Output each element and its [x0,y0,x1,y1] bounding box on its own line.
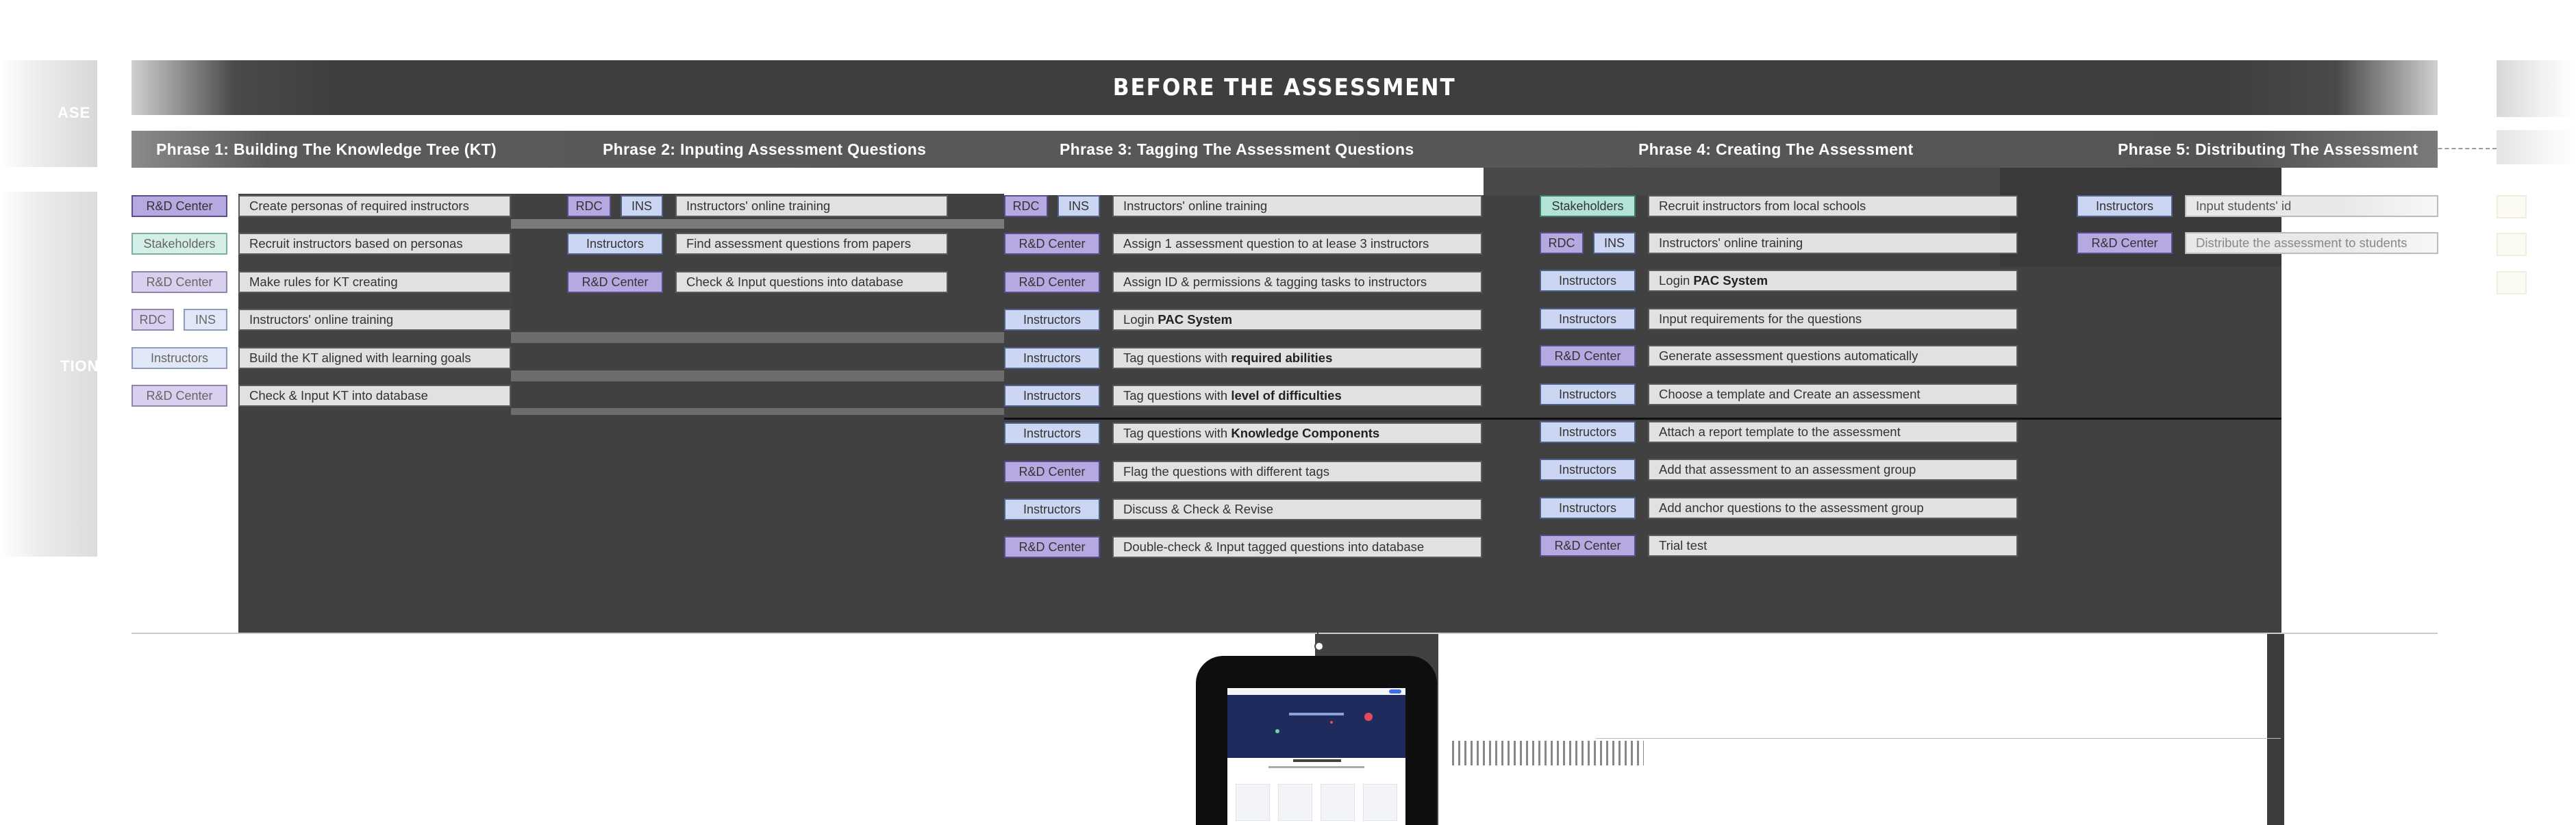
role-tag-rd-center: R&D Center [567,271,663,293]
role-tag-instructors: Instructors [1004,385,1100,407]
role-tag-rd-center: R&D Center [2077,232,2173,254]
role-tag-rd-center: R&D Center [132,271,227,293]
role-tag-instructors: Instructors [1540,421,1636,443]
task-card: Tag questions with Knowledge Components [1112,422,1482,444]
task-card: Distribute the assessment to students [2185,232,2438,254]
role-tag-instructors: Instructors [1540,270,1636,292]
role-tag-ins: INS [1593,232,1636,254]
role-tag-ins: INS [621,195,663,217]
role-tag-rd-center: R&D Center [1004,271,1100,293]
role-tag-stakeholders: Stakeholders [132,233,227,255]
screen-card [1363,784,1397,821]
task-card: Attach a report template to the assessme… [1648,421,2018,443]
faded-right-banner [2497,60,2576,117]
task-card: Input requirements for the questions [1648,308,2018,330]
screen-card [1321,784,1355,821]
screen-card [1236,784,1270,821]
phase-4-title: Phrase 4: Creating The Assessment [1638,140,1914,158]
role-tag-rdc: RDC [1540,232,1584,254]
task-card: Login PAC System [1648,270,2018,292]
phase-2-title: Phrase 2: Inputing Assessment Questions [603,140,927,158]
screen-button [1389,689,1401,694]
task-card: Double-check & Input tagged questions in… [1112,536,1482,558]
faded-left-label-mid: TION [60,357,99,375]
task-card: Assign 1 assessment question to at lease… [1112,233,1482,255]
blurred-caption [1452,741,1644,765]
phase-3-title: Phrase 3: Tagging The Assessment Questio… [1060,140,1414,158]
task-card: Instructors' online training [1648,232,2018,254]
panel-top-strip-left [238,168,1004,194]
role-tag-instructors: Instructors [1004,309,1100,331]
task-card: Discuss & Check & Revise [1112,498,1482,520]
task-card: Trial test [1648,535,2018,557]
role-tag-ins: INS [184,309,227,331]
role-tag-stakeholders: Stakeholders [1540,195,1636,217]
task-card: Build the KT aligned with learning goals [238,347,511,369]
role-tag-instructors: Instructors [1540,383,1636,405]
screen-top-bar [1227,688,1405,695]
task-card: Check & Input KT into database [238,385,511,407]
screen-dot [1364,713,1373,721]
task-card: Instructors' online training [675,195,948,217]
role-tag-instructors: Instructors [567,233,663,255]
faded-right-phase [2497,130,2576,164]
lower-white-area [1438,634,2281,825]
role-tag-rd-center: R&D Center [132,385,227,407]
role-tag-instructors: Instructors [2077,195,2173,217]
role-tag-rd-center: R&D Center [1004,461,1100,483]
pin-marker [1314,642,1324,651]
task-card: Check & Input questions into database [675,271,948,293]
role-tag-rd-center: R&D Center [1004,233,1100,255]
task-card: Create personas of required instructors [238,195,511,217]
task-card: Recruit instructors from local schools [1648,195,2018,217]
role-tag-instructors: Instructors [1004,422,1100,444]
task-card: Login PAC System [1112,309,1482,331]
task-card: Add anchor questions to the assessment g… [1648,497,2018,519]
role-tag-rd-center: R&D Center [1540,345,1636,367]
role-tag-instructors: Instructors [1540,497,1636,519]
role-tag-ins: INS [1058,195,1100,217]
role-tag-rd-center: R&D Center [1540,535,1636,557]
task-card: Generate assessment questions automatica… [1648,345,2018,367]
task-card: Tag questions with required abilities [1112,347,1482,369]
task-card: Tag questions with level of difficulties [1112,385,1482,407]
task-card: Find assessment questions from papers [675,233,948,255]
role-tag-rd-center: R&D Center [1004,536,1100,558]
role-tag-instructors: Instructors [1540,308,1636,330]
task-card: Add that assessment to an assessment gro… [1648,459,2018,481]
divider-band [511,219,1004,229]
role-tag-rdc: RDC [567,195,611,217]
role-tag-instructors: Instructors [1004,347,1100,369]
role-tag-rdc: RDC [1004,195,1048,217]
banner-title: BEFORE THE ASSESSMENT [1113,74,1456,101]
tablet-screen [1227,688,1405,825]
task-card: Instructors' online training [1112,195,1482,217]
screen-card [1278,784,1312,821]
task-card: Instructors' online training [238,309,511,331]
role-tag-instructors: Instructors [1540,459,1636,481]
row-divider [1004,418,2281,420]
divider-band [511,370,1004,381]
role-tag-rdc: RDC [132,309,174,331]
role-tag-instructors: Instructors [1004,498,1100,520]
task-card: Flag the questions with different tags [1112,461,1482,483]
divider-band [511,332,1004,343]
screen-hero [1227,695,1405,758]
faded-left-label-top: ASE [58,104,91,121]
stage-banner: BEFORE THE ASSESSMENT [132,60,2438,115]
divider-band [511,408,1004,415]
screen-dot [1275,729,1279,733]
role-tag-rd-center: R&D Center [132,195,227,217]
task-card: Input students' id [2185,195,2438,217]
screen-dot [1330,721,1333,724]
task-card: Recruit instructors based on personas [238,233,511,255]
task-card: Choose a template and Create an assessme… [1648,383,2018,405]
phase-1-title: Phrase 1: Building The Knowledge Tree (K… [156,140,497,158]
role-tag-instructors: Instructors [132,347,227,369]
task-card: Make rules for KT creating [238,271,511,293]
phase-5-title: Phrase 5: Distributing The Assessment [2118,140,2418,158]
task-card: Assign ID & permissions & tagging tasks … [1112,271,1482,293]
